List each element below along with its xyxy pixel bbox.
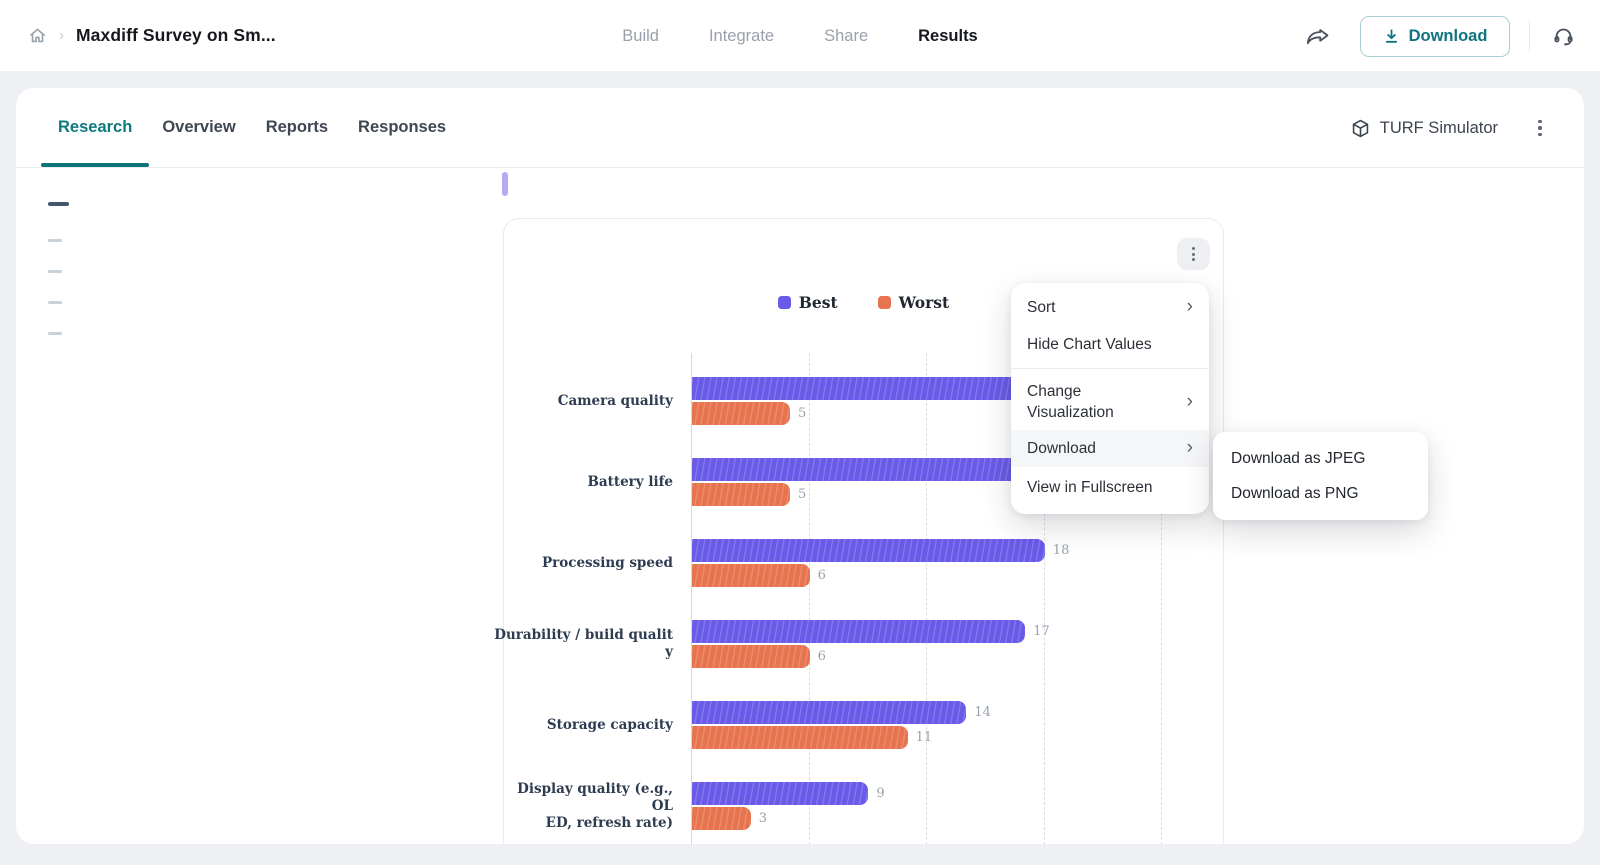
vertical-scrollbar-thumb[interactable] (502, 172, 508, 196)
legend-item-worst[interactable]: Worst (878, 293, 950, 312)
menu-item-change-visualization[interactable]: Change Visualization › (1011, 374, 1209, 430)
header-nav: Build Integrate Share Results (622, 0, 977, 72)
turf-simulator-button[interactable]: TURF Simulator (1350, 88, 1498, 168)
download-button[interactable]: Download (1360, 16, 1510, 57)
question-list-item[interactable] (48, 239, 62, 242)
chart-context-menu: Sort › Hide Chart Values Change Visualiz… (1011, 283, 1209, 514)
download-submenu: Download as JPEG Download as PNG (1213, 432, 1428, 520)
worst-bar-value: 5 (798, 483, 806, 506)
legend-label-best: Best (799, 293, 838, 312)
category-label: Durability / build qualit y (493, 620, 673, 668)
worst-bar[interactable] (692, 726, 908, 749)
tab-reports[interactable]: Reports (264, 88, 330, 167)
worst-bar[interactable] (692, 402, 790, 425)
survey-title[interactable]: Maxdiff Survey on Sm... (76, 25, 276, 46)
question-list-item[interactable] (48, 332, 62, 335)
category-label: Storage capacity (493, 701, 673, 749)
best-bar[interactable] (692, 701, 966, 724)
header-separator (1529, 21, 1530, 51)
best-bar-value: 17 (1033, 620, 1050, 643)
worst-bar-value: 5 (798, 402, 806, 425)
headset-icon[interactable] (1551, 24, 1576, 48)
worst-bar[interactable] (692, 645, 810, 668)
download-button-label: Download (1409, 27, 1488, 46)
legend-swatch-worst (878, 296, 891, 309)
best-bar-value: 9 (876, 782, 884, 805)
category-label: Processing speed (493, 539, 673, 587)
tabs-kebab-menu-icon[interactable] (1526, 112, 1554, 144)
tab-research[interactable]: Research (56, 88, 134, 167)
breadcrumb-chevron-icon: › (59, 27, 64, 44)
nav-item-share[interactable]: Share (824, 27, 868, 46)
best-bar[interactable] (692, 539, 1045, 562)
chart-kebab-menu-button[interactable] (1177, 238, 1210, 270)
share-forward-icon[interactable] (1305, 25, 1332, 48)
worst-bar[interactable] (692, 483, 790, 506)
best-bar[interactable] (692, 782, 868, 805)
legend-label-worst: Worst (899, 293, 950, 312)
cube-icon (1350, 118, 1371, 139)
x-gridline (926, 353, 927, 845)
nav-item-integrate[interactable]: Integrate (709, 27, 774, 46)
menu-item-sort[interactable]: Sort › (1011, 289, 1209, 326)
worst-bar-value: 6 (818, 645, 826, 668)
category-label: Camera quality (493, 377, 673, 425)
question-list-item[interactable] (48, 270, 62, 273)
best-bar-value: 18 (1053, 539, 1070, 562)
worst-bar[interactable] (692, 564, 810, 587)
best-bar-value: 14 (974, 701, 991, 724)
nav-item-results[interactable]: Results (918, 27, 978, 46)
submenu-item-download-jpeg[interactable]: Download as JPEG (1213, 441, 1428, 476)
worst-bar[interactable] (692, 807, 751, 830)
menu-divider (1011, 368, 1209, 369)
legend-item-best[interactable]: Best (778, 293, 838, 312)
chevron-right-icon: › (1187, 297, 1193, 316)
legend-swatch-best (778, 296, 791, 309)
category-label: Display quality (e.g., OL ED, refresh ra… (493, 782, 673, 830)
breadcrumb: › Maxdiff Survey on Sm... (0, 25, 276, 46)
question-list-item[interactable] (48, 202, 69, 206)
worst-bar-value: 3 (759, 807, 767, 830)
page: { "header": { "breadcrumb_title": "Maxdi… (0, 0, 1600, 865)
question-list-item[interactable] (48, 301, 62, 304)
submenu-item-download-png[interactable]: Download as PNG (1213, 476, 1428, 511)
chevron-right-icon: › (1187, 392, 1193, 411)
best-bar[interactable] (692, 620, 1025, 643)
worst-bar-value: 6 (818, 564, 826, 587)
tab-overview[interactable]: Overview (160, 88, 237, 167)
nav-item-build[interactable]: Build (622, 27, 659, 46)
home-icon[interactable] (28, 26, 47, 45)
menu-item-download[interactable]: Download › (1011, 430, 1209, 467)
turf-simulator-label: TURF Simulator (1380, 119, 1498, 138)
tab-responses[interactable]: Responses (356, 88, 448, 167)
app-header: › Maxdiff Survey on Sm... Build Integrat… (0, 0, 1600, 72)
category-label: Battery life (493, 458, 673, 506)
results-tabs-row: Research Overview Reports Responses TURF… (16, 88, 1584, 168)
download-icon (1383, 28, 1400, 45)
x-gridline (809, 353, 810, 845)
y-axis-line (691, 353, 692, 845)
worst-bar-value: 11 (916, 726, 933, 749)
menu-item-hide-chart-values[interactable]: Hide Chart Values (1011, 326, 1209, 363)
menu-item-view-in-fullscreen[interactable]: View in Fullscreen (1011, 467, 1209, 508)
chevron-right-icon: › (1187, 438, 1193, 457)
